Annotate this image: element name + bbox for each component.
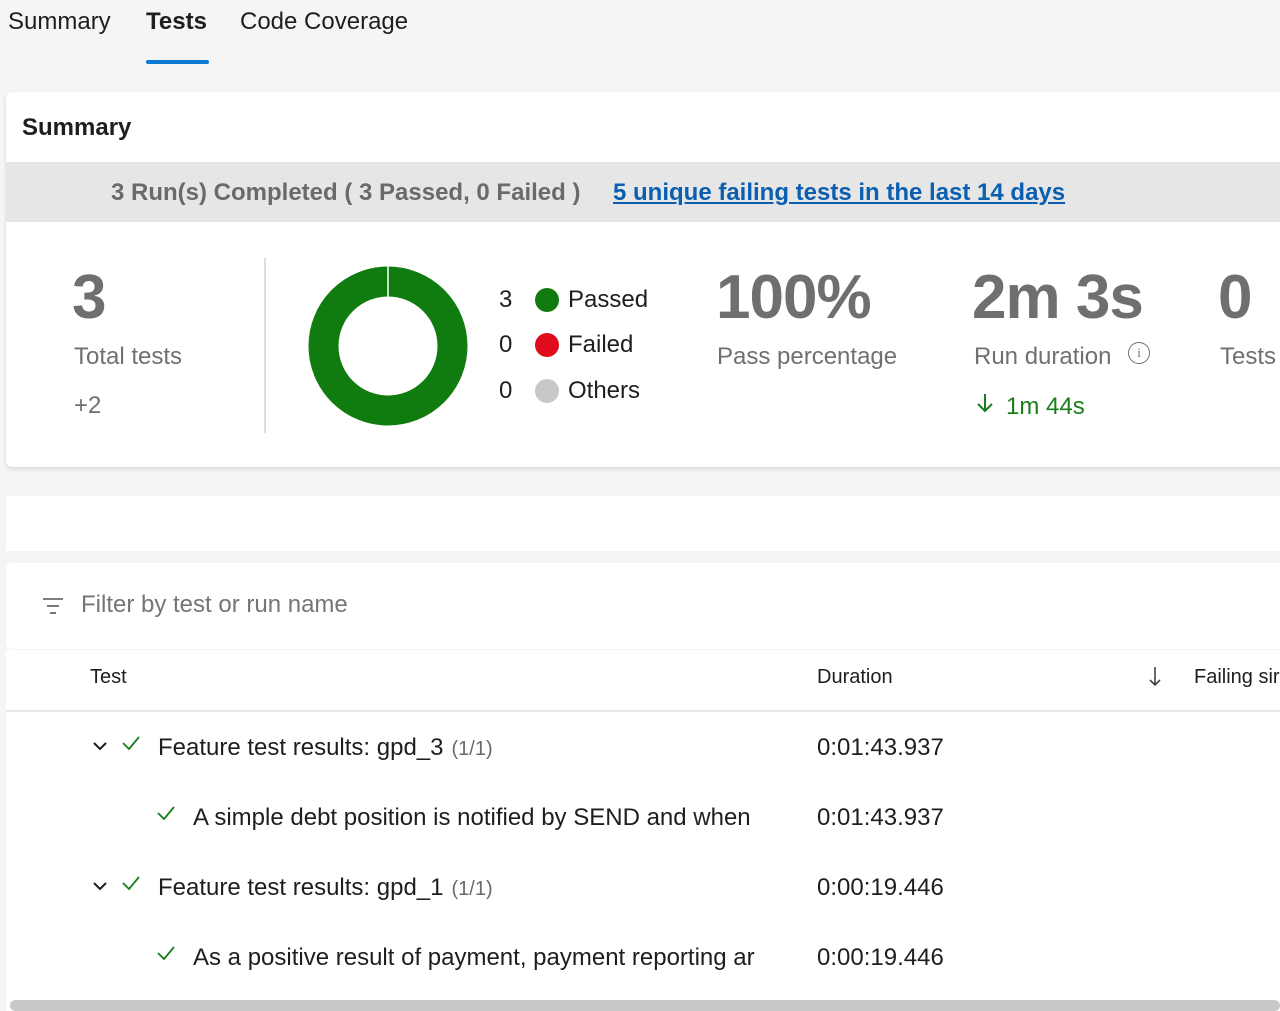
row-name-text: Feature test results: gpd_1 [158, 874, 444, 901]
check-icon [157, 806, 175, 821]
legend-failed-dot [535, 333, 559, 357]
blank-panel [6, 496, 1280, 551]
summary-card: Summary 3 Run(s) Completed ( 3 Passed, 0… [6, 92, 1280, 467]
run-duration-delta-value: 1m 44s [1006, 393, 1085, 420]
run-duration-delta: 1m 44s [974, 392, 1085, 421]
column-header-test[interactable]: Test [90, 666, 127, 689]
legend-others-dot [535, 379, 559, 403]
run-status-banner: 3 Run(s) Completed ( 3 Passed, 0 Failed … [6, 162, 1280, 222]
column-header-failing-since[interactable]: Failing sir [1194, 666, 1280, 689]
table-row[interactable]: Feature test results: gpd_1 (1/1) 0:00:19… [6, 854, 1280, 924]
horizontal-scrollbar[interactable] [10, 1000, 1280, 1011]
legend-passed-dot [535, 288, 559, 312]
legend-passed-label: Passed [568, 286, 649, 313]
tab-code-coverage[interactable]: Code Coverage [240, 8, 408, 36]
table-row[interactable]: A simple debt position is notified by SE… [6, 784, 1280, 854]
filter-bar [6, 563, 1280, 649]
run-status-text: 3 Run(s) Completed ( 3 Passed, 0 Failed … [111, 179, 581, 206]
row-duration: 0:01:43.937 [817, 734, 944, 761]
tests-extra-value: 0 [1218, 263, 1252, 332]
row-name-text: Feature test results: gpd_3 [158, 734, 444, 761]
tab-summary[interactable]: Summary [8, 8, 111, 36]
header-divider [6, 710, 1280, 712]
run-duration-value: 2m 3s [972, 263, 1144, 332]
row-count: (1/1) [451, 878, 493, 900]
tests-extra-label: Tests [1220, 343, 1277, 370]
filter-icon [43, 598, 63, 614]
active-tab-indicator [146, 60, 209, 64]
legend-failed-label: Failed [568, 331, 634, 358]
row-count: (1/1) [451, 738, 493, 760]
arrow-down-icon [977, 394, 993, 413]
legend-passed-count: 3 [499, 286, 513, 313]
chevron-down-icon[interactable] [92, 738, 108, 754]
filter-input[interactable] [81, 591, 681, 619]
row-duration: 0:00:19.446 [817, 874, 944, 901]
run-duration-label: Run duration [974, 343, 1112, 370]
tab-bar: Summary Tests Code Coverage [0, 0, 1280, 66]
summary-title: Summary [22, 114, 132, 141]
row-name: Feature test results: gpd_3 (1/1) [158, 734, 493, 762]
check-icon [157, 946, 175, 961]
table-row[interactable]: Feature test results: gpd_3 (1/1) 0:01:43… [6, 714, 1280, 784]
donut-slice-passed [308, 266, 468, 426]
tab-tests[interactable]: Tests [146, 8, 207, 36]
info-icon[interactable]: i [1128, 342, 1150, 364]
legend-failed-count: 0 [499, 331, 513, 358]
metrics-divider [264, 258, 266, 433]
legend-others-count: 0 [499, 377, 513, 404]
outcome-donut-chart [308, 266, 468, 426]
check-icon [122, 736, 140, 751]
test-results-table: Test Duration Failing sir Feature test r… [6, 650, 1280, 1011]
failing-tests-link[interactable]: 5 unique failing tests in the last 14 da… [613, 179, 1065, 207]
legend-others-label: Others [568, 377, 641, 404]
row-name: Feature test results: gpd_1 (1/1) [158, 874, 493, 902]
row-duration: 0:00:19.446 [817, 944, 944, 971]
total-tests-value: 3 [72, 263, 106, 332]
chevron-down-icon[interactable] [92, 878, 108, 894]
total-tests-delta: +2 [74, 392, 102, 419]
table-row[interactable]: As a positive result of payment, payment… [6, 924, 1280, 994]
row-name: A simple debt position is notified by SE… [193, 804, 751, 831]
column-header-duration[interactable]: Duration [817, 666, 893, 689]
total-tests-label: Total tests [74, 343, 183, 370]
check-icon [122, 876, 140, 891]
pass-percentage-label: Pass percentage [717, 343, 898, 370]
row-duration: 0:01:43.937 [817, 804, 944, 831]
pass-percentage-value: 100% [716, 263, 872, 332]
sort-descending-icon[interactable] [1148, 664, 1162, 688]
row-name: As a positive result of payment, payment… [193, 944, 755, 971]
